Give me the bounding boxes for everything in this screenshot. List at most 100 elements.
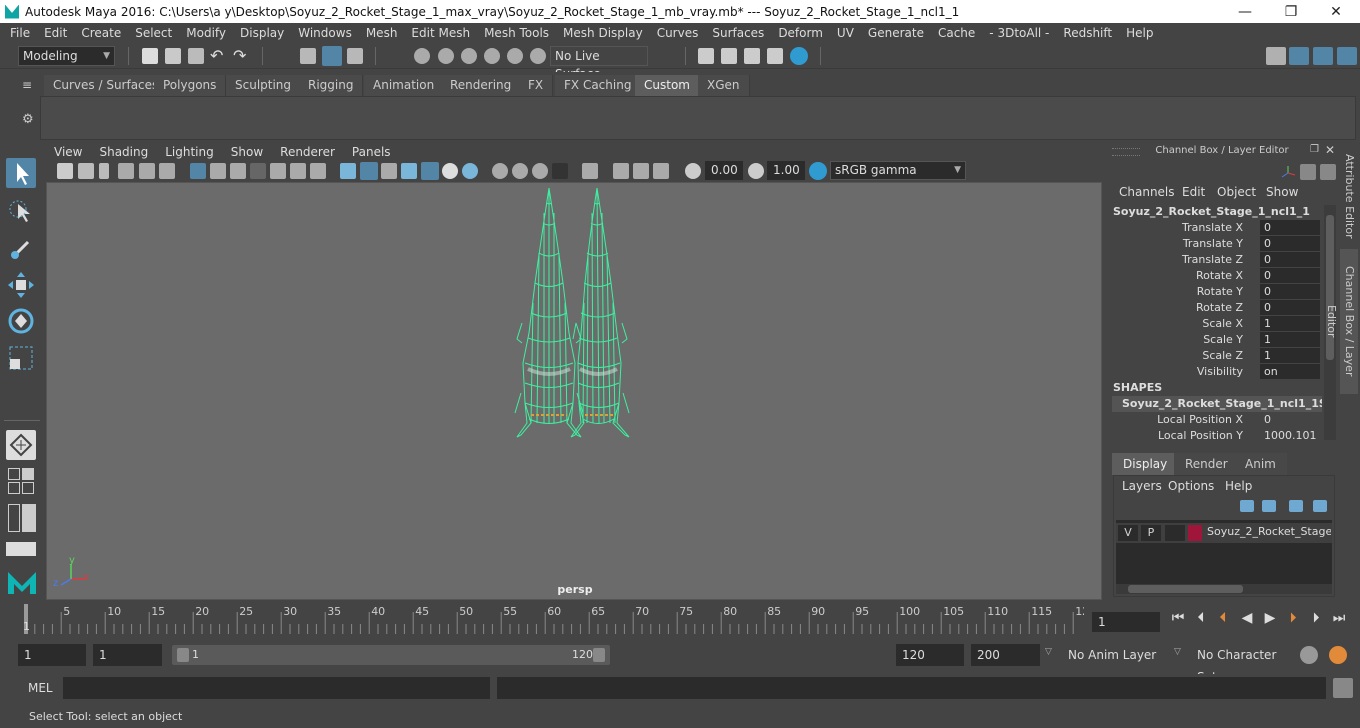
- attr-value[interactable]: 0: [1260, 284, 1320, 299]
- 2d-pan-zoom-icon[interactable]: [139, 163, 155, 179]
- character-set-dropdown[interactable]: No Character Set: [1191, 644, 1291, 684]
- layer-tab-anim[interactable]: Anim: [1234, 453, 1287, 475]
- animation-start-field[interactable]: 1: [18, 644, 86, 666]
- maximize-button[interactable]: ❐: [1268, 0, 1314, 23]
- layer-color-swatch[interactable]: [1188, 525, 1202, 541]
- attribute-editor-toggle-icon[interactable]: [1289, 47, 1309, 65]
- paint-select-tool-button[interactable]: [6, 234, 36, 264]
- menu-mesh[interactable]: Mesh: [359, 26, 405, 40]
- attr-value[interactable]: 0: [1260, 268, 1320, 283]
- playback-start-field[interactable]: 1: [93, 644, 162, 666]
- wireframe-on-shaded-icon[interactable]: [381, 163, 397, 179]
- layer-tab-display[interactable]: Display: [1112, 453, 1179, 475]
- menu-uv[interactable]: UV: [830, 26, 861, 40]
- command-input[interactable]: [63, 677, 490, 699]
- attr-value[interactable]: 1: [1260, 332, 1320, 347]
- scale-tool-button[interactable]: [6, 343, 36, 373]
- menu-edit-mesh[interactable]: Edit Mesh: [404, 26, 477, 40]
- exposure-field[interactable]: 0.00: [705, 161, 743, 180]
- shelf-tab-fx-caching[interactable]: FX Caching: [555, 75, 642, 96]
- menu-edit[interactable]: Edit: [37, 26, 74, 40]
- layer-display-type-toggle[interactable]: [1165, 525, 1185, 541]
- render-view-icon[interactable]: [767, 48, 783, 64]
- outliner-layout-button[interactable]: [8, 504, 36, 532]
- image-plane-icon[interactable]: [118, 163, 134, 179]
- attr-rotate-z[interactable]: Rotate Z0: [1112, 300, 1322, 316]
- hypershade-icon[interactable]: [790, 47, 808, 65]
- menu-display[interactable]: Display: [233, 26, 291, 40]
- menu-surfaces[interactable]: Surfaces: [705, 26, 771, 40]
- new-layer-icon[interactable]: [1289, 500, 1303, 512]
- layer-tab-render[interactable]: Render: [1174, 453, 1239, 475]
- select-by-component-icon[interactable]: [347, 48, 363, 64]
- layer-menu-help[interactable]: Help: [1225, 479, 1252, 493]
- character-set-chevron-down-icon[interactable]: ▽: [1174, 647, 1181, 657]
- layer-playback-toggle[interactable]: P: [1141, 525, 1161, 541]
- redo-icon[interactable]: ↷: [233, 46, 246, 65]
- layer-horizontal-scrollbar[interactable]: [1116, 584, 1332, 594]
- menu-3dtoall[interactable]: - 3DtoAll -: [982, 26, 1056, 40]
- shelf-tab-fx[interactable]: FX: [519, 75, 554, 96]
- attr-value[interactable]: 0: [1260, 300, 1320, 315]
- shelf-menu-icon[interactable]: ≡: [22, 78, 32, 92]
- anim-layer-dropdown[interactable]: No Anim Layer: [1062, 644, 1162, 666]
- shelf-tab-curves-surfaces[interactable]: Curves / Surfaces: [44, 75, 169, 96]
- render-current-frame-icon[interactable]: [721, 48, 737, 64]
- channel-box-settings-icon[interactable]: [1320, 164, 1336, 180]
- snap-live-icon[interactable]: [507, 48, 523, 64]
- rotate-tool-button[interactable]: [6, 306, 36, 336]
- new-layer-selected-icon[interactable]: [1313, 500, 1327, 512]
- safe-action-icon[interactable]: [290, 163, 306, 179]
- resolution-gate-icon[interactable]: [230, 163, 246, 179]
- attr-local-position-x[interactable]: Local Position X0: [1112, 412, 1322, 428]
- go-to-start-icon[interactable]: ⏮: [1167, 610, 1189, 626]
- shadows-icon[interactable]: [442, 163, 458, 179]
- menu-curves[interactable]: Curves: [650, 26, 706, 40]
- layer-row[interactable]: V P Soyuz_2_Rocket_Stage_1: [1116, 523, 1332, 543]
- range-start-handle[interactable]: [177, 648, 189, 662]
- menu-create[interactable]: Create: [74, 26, 128, 40]
- color-management-toggle-icon[interactable]: [809, 162, 827, 180]
- move-layer-down-icon[interactable]: [1262, 500, 1276, 512]
- live-surface-field[interactable]: No Live Surface: [550, 46, 648, 81]
- attr-value[interactable]: on: [1260, 364, 1320, 379]
- attr-local-position-y[interactable]: Local Position Y 1000.101: [1112, 428, 1322, 444]
- move-layer-up-icon[interactable]: [1240, 500, 1254, 512]
- minimize-button[interactable]: —: [1222, 0, 1268, 23]
- safe-title-icon[interactable]: [310, 163, 326, 179]
- attr-visibility[interactable]: Visibility on: [1112, 364, 1322, 380]
- move-tool-button[interactable]: [6, 270, 36, 300]
- xray-icon[interactable]: [582, 163, 598, 179]
- new-scene-icon[interactable]: [142, 48, 158, 64]
- script-editor-icon[interactable]: [1333, 678, 1353, 698]
- attr-translate-z[interactable]: Translate Z0: [1112, 252, 1322, 268]
- menu-mesh-display[interactable]: Mesh Display: [556, 26, 650, 40]
- close-window-button[interactable]: ✕: [1313, 0, 1359, 23]
- depth-of-field-icon[interactable]: [532, 163, 548, 179]
- viewport-menu-shading[interactable]: Shading: [90, 145, 156, 159]
- go-to-end-icon[interactable]: ⏭: [1328, 610, 1350, 626]
- play-backwards-icon[interactable]: ◀: [1236, 610, 1258, 626]
- animation-preferences-icon[interactable]: [1329, 646, 1347, 664]
- menu-select[interactable]: Select: [128, 26, 179, 40]
- viewport-menu-show[interactable]: Show: [222, 145, 271, 159]
- shape-node-name[interactable]: Soyuz_2_Rocket_Stage_1_ncl1_1Shape: [1112, 396, 1322, 412]
- step-back-frame-icon[interactable]: ⏴: [1190, 610, 1212, 626]
- shelf-tab-sculpting[interactable]: Sculpting: [226, 75, 302, 96]
- attr-scale-x[interactable]: Scale X1: [1112, 316, 1322, 332]
- perspective-viewport[interactable]: y x z persp: [46, 182, 1102, 600]
- motion-blur-icon[interactable]: [492, 163, 508, 179]
- shelf-tab-rigging[interactable]: Rigging: [299, 75, 364, 96]
- attr-value[interactable]: 0: [1260, 252, 1320, 267]
- attr-value[interactable]: 0: [1260, 220, 1320, 235]
- attr-translate-x[interactable]: Translate X0: [1112, 220, 1322, 236]
- menu-modify[interactable]: Modify: [179, 26, 233, 40]
- maya-home-logo-icon[interactable]: [6, 568, 38, 596]
- attr-scale-y[interactable]: Scale Y1: [1112, 332, 1322, 348]
- float-panel-icon[interactable]: ❐: [1310, 144, 1319, 155]
- range-end-handle[interactable]: [593, 648, 605, 662]
- render-settings-icon[interactable]: [698, 48, 714, 64]
- mode-dropdown[interactable]: Modeling ▼: [18, 46, 115, 66]
- current-frame-field[interactable]: 1: [1092, 612, 1160, 632]
- make-live-icon[interactable]: [530, 48, 546, 64]
